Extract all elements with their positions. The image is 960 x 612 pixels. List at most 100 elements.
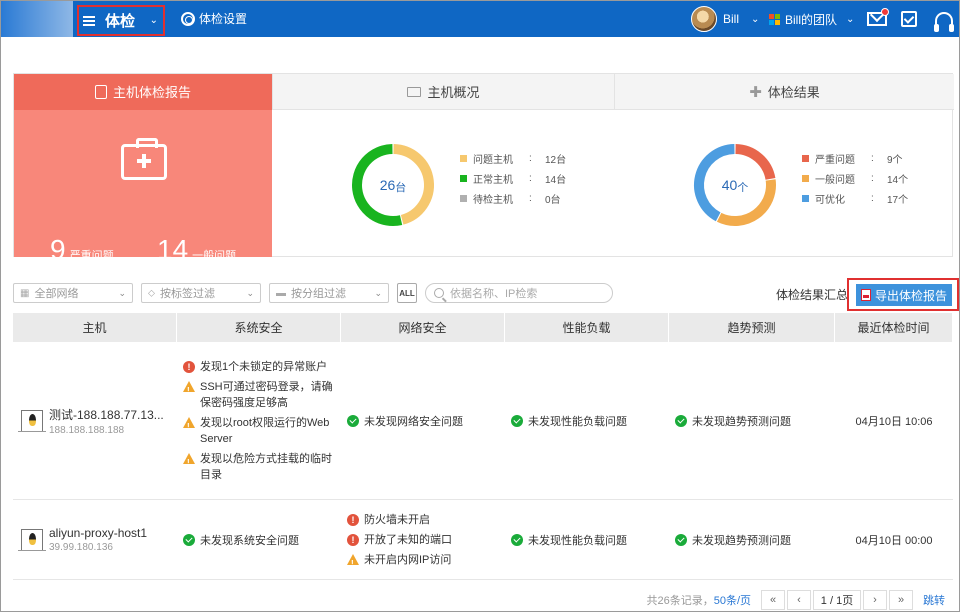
system-issue-item[interactable]: SSH可通过密码登录，请确保密码强度足够高 [183,379,335,411]
network-security-cell: 未发现网络安全问题 [341,342,505,499]
legend-swatch [460,154,467,162]
performance-item: 未发现性能负载问题 [511,413,663,429]
trend-item: 未发现趋势预测问题 [675,413,829,429]
host-name[interactable]: 测试-188.188.77.13... [49,406,164,423]
page-size-select[interactable]: 50条/页 [714,592,751,608]
network-select[interactable]: ▦ 全部网络 ⌄ [13,283,133,303]
legend-separator: : [871,172,874,184]
column-header[interactable]: 网络安全 [341,313,505,342]
search-placeholder: 依据名称、IP检索 [450,288,538,300]
column-header[interactable]: 系统安全 [177,313,341,342]
legend-item: 正常主机 : 14台 [460,168,566,188]
chevron-down-icon: ⌄ [149,15,158,26]
host-cell[interactable]: 测试-188.188.77.13... 188.188.188.188 [13,342,177,499]
user-menu[interactable]: Bill ⌄ [691,6,759,32]
next-page-button[interactable]: › [863,590,887,610]
last-check-time: 04月10日 10:06 [855,415,933,428]
error-icon: ! [183,360,195,373]
legend-swatch [460,174,467,182]
system-issue-item[interactable]: ! 发现1个未锁定的异常账户 [183,359,335,375]
chevron-down-icon: ⌄ [846,14,855,25]
column-header[interactable]: 最近体检时间 [835,313,953,342]
pdf-icon [860,289,871,301]
network-issue-item[interactable]: ! 防火墙未开启 [347,512,499,528]
summary-cards: 主机体检报告 主机概况 ✚ 体检结果 9 严重问题 14 一般问题 26 台 问… [13,73,954,265]
tab-report[interactable]: 主机体检报告 [14,74,272,110]
system-issue-text: 发现以root权限运行的Web Server [200,416,330,445]
chevron-down-icon: ⌄ [751,13,760,25]
warning-icon [183,380,195,399]
hosts-total: 26 台 [348,140,438,230]
general-stat: 14 一般问题 [157,234,236,266]
search-input[interactable]: 依据名称、IP检索 [425,283,613,303]
report-icon [94,84,107,99]
hosts-donut: 26 台 [348,140,438,230]
trend-text: 未发现趋势预测问题 [692,415,791,428]
host-cell[interactable]: aliyun-proxy-host1 39.99.180.136 [13,500,177,579]
jump-link[interactable]: 跳转 [923,592,945,608]
tab-overview[interactable]: 主机概况 [272,74,614,110]
top-bar: 体检 ⌄ 体检设置 Bill ⌄ Bill的团队 ⌄ [1,1,959,37]
network-issue-item[interactable]: 未开启内网IP访问 [347,552,499,572]
monitor-icon [407,86,422,97]
cross-icon: ✚ [749,83,762,101]
host-ip: 39.99.180.136 [49,542,113,553]
chevron-down-icon: ⌄ [246,287,254,298]
severe-label: 严重问题 [69,250,114,262]
tab-results[interactable]: ✚ 体检结果 [614,74,954,110]
host-name[interactable]: aliyun-proxy-host1 [49,526,147,540]
legend-value: 0台 [545,194,561,206]
export-highlight: 导出体检报告 [847,278,959,311]
performance-cell: 未发现性能负载问题 [505,342,669,499]
linux-host-icon [18,528,46,551]
system-issue-item[interactable]: 发现以root权限运行的Web Server [183,415,335,447]
column-header[interactable]: 性能负载 [505,313,669,342]
hosts-legend: 问题主机 : 12台 正常主机 : 14台 待检主机 : 0台 [460,148,566,208]
column-header[interactable]: 主机 [13,313,177,342]
legend-item: 待检主机 : 0台 [460,188,566,208]
export-report-button[interactable]: 导出体检报告 [856,284,952,306]
system-security-cell: ! 发现1个未锁定的异常账户 SSH可通过密码登录，请确保密码强度足够高发现以roo… [177,342,341,499]
legend-swatch [802,174,809,182]
table-row[interactable]: aliyun-proxy-host1 39.99.180.136 未发现系统安全… [13,500,953,580]
settings-link[interactable]: 体检设置 [181,10,247,27]
total-records: 共26条记录， [646,595,714,607]
prev-page-button[interactable]: ‹ [787,590,811,610]
folder-icon: ▬ [276,287,286,299]
last-page-button[interactable]: » [889,590,913,610]
results-donut: 40 个 [690,140,780,230]
legend-separator: : [871,152,874,164]
system-issue-item[interactable]: 发现以危险方式挂载的临时目录 [183,451,335,483]
first-page-button[interactable]: « [761,590,785,610]
error-icon: ! [347,513,359,526]
task-check-icon[interactable] [901,11,917,27]
performance-text: 未发现性能负载问题 [528,415,627,428]
mail-icon[interactable] [867,8,889,26]
group-filter-select[interactable]: ▬ 按分组过滤 ⌄ [269,283,389,303]
table-row[interactable]: 测试-188.188.77.13... 188.188.188.188 ! 发现1… [13,342,953,500]
brand-logo[interactable] [1,1,73,37]
results-summary-link[interactable]: 体检结果汇总 [776,286,848,303]
network-security-cell: ! 防火墙未开启 ! 开放了未知的端口未开启内网IP访问 [341,500,505,579]
headset-icon[interactable] [934,12,954,32]
legend-label: 问题主机 [473,154,513,166]
report-panel: 9 严重问题 14 一般问题 [14,110,272,265]
all-button[interactable]: ALL [397,283,417,303]
legend-separator: : [529,152,532,164]
column-header[interactable]: 趋势预测 [669,313,835,342]
product-switcher[interactable]: 体检 ⌄ [77,5,165,36]
page-indicator[interactable]: 1 / 1页 [813,590,861,610]
table-header: 主机 系统安全 网络安全 性能负载 趋势预测 最近体检时间 [13,313,953,342]
legend-separator: : [529,172,532,184]
tag-filter-select[interactable]: ⬦ 按标签过滤 ⌄ [141,283,261,303]
results-legend: 严重问题 : 9个 一般问题 : 14个 可优化 : 17个 [802,148,908,208]
tab-overview-label: 主机概况 [427,85,480,100]
hosts-total-unit: 台 [395,181,407,194]
legend-value: 17个 [887,194,909,206]
group-filter-placeholder: 按分组过滤 [291,288,346,300]
legend-label: 待检主机 [473,194,513,206]
tab-results-label: 体检结果 [767,85,820,100]
legend-swatch [460,194,467,202]
team-menu[interactable]: Bill的团队 ⌄ [769,11,854,28]
network-issue-item[interactable]: ! 开放了未知的端口 [347,532,499,548]
